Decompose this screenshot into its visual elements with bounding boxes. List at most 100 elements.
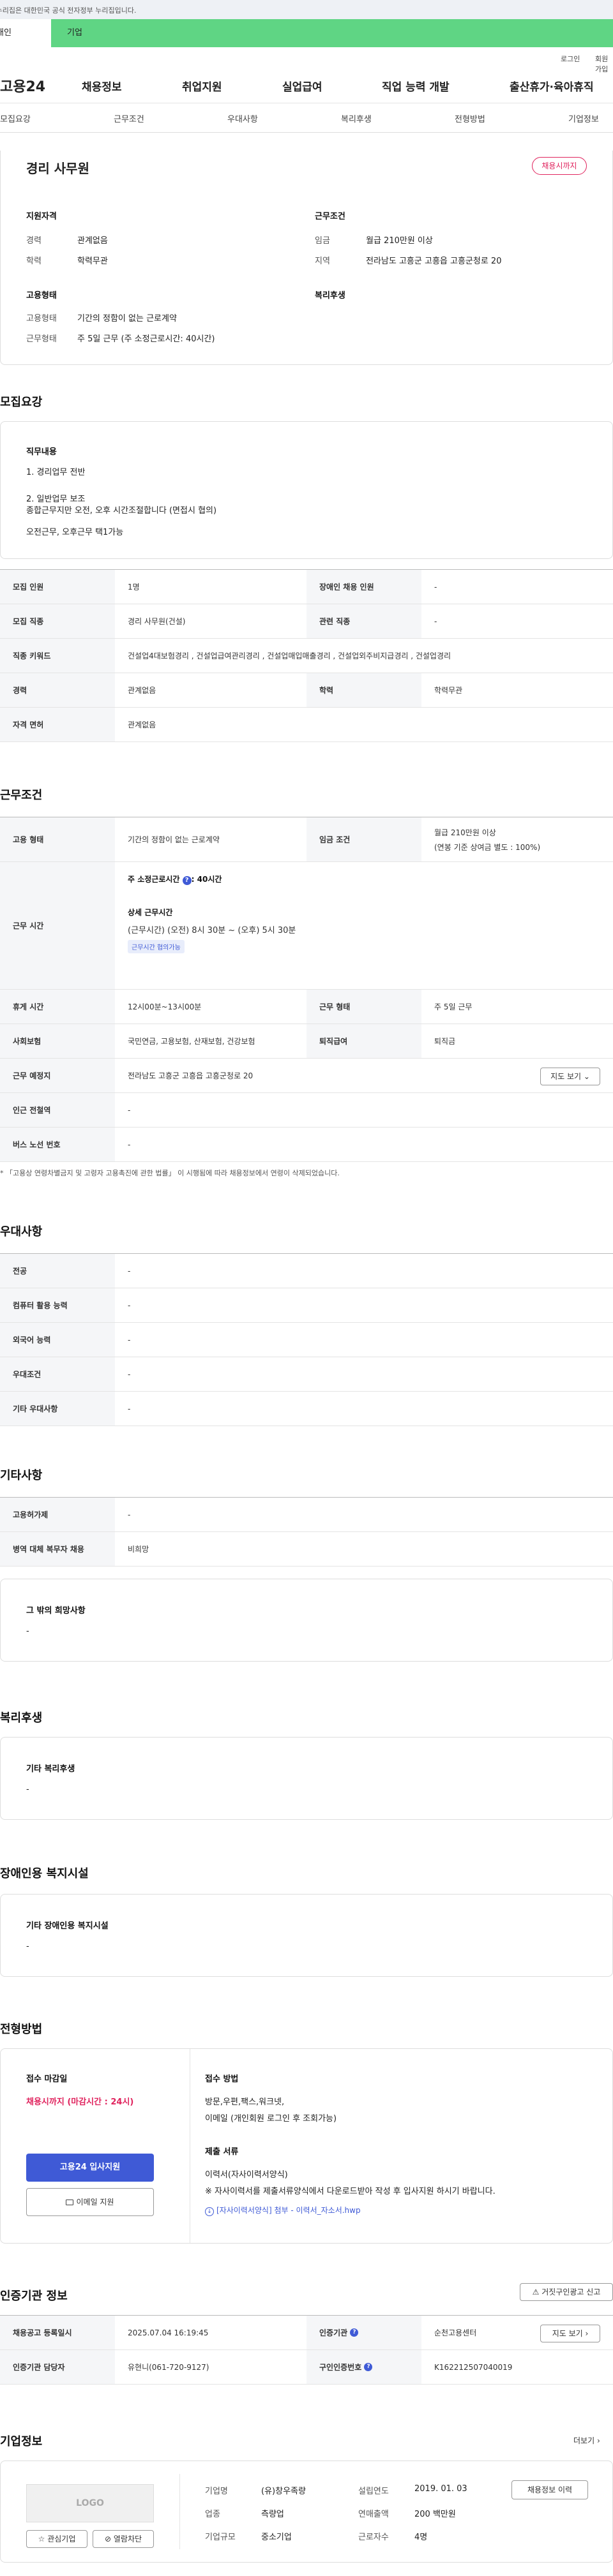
company-sales-value: 200 백만원 [414,2510,456,2519]
company-industry-label: 업종 [205,2510,220,2519]
info-icon[interactable]: ? [182,876,192,885]
row-value: 유현니(061-720-9127) [128,2363,209,2372]
deadline-value: 채용시까지 (마감시간 : 24시) [26,2097,134,2107]
wage-line: (연봉 기준 상여금 별도 : 100%) [434,842,541,852]
cond-title: 근무조건 [315,212,345,221]
row-key: 구인인증번호 ? [306,2350,421,2384]
anchor-company[interactable]: 기업정보 [568,112,599,124]
site-logo[interactable]: 고용24 [0,75,45,96]
table-row: 인증기관 담당자 유현니(061-720-9127) 구인인증번호 ? K162… [0,2350,613,2385]
row-value: 건설업4대보험경리 , 건설업급여관리경리 , 건설업매입매출경리 , 건설업외… [128,651,451,660]
table-row: 근무 시간 주 소정근로시간 ?: 40시간 상세 근무시간 (근무시간) (오… [0,862,613,990]
info-icon[interactable]: ? [350,2328,359,2337]
table-row: 직종 키워드 건설업4대보험경리 , 건설업급여관리경리 , 건설업매입매출경리… [0,639,613,673]
gnb-menu-benefit[interactable]: 실업급여 [282,78,322,94]
emptype-label: 고용형태 [26,314,57,324]
table-row: 컴퓨터 활용 능력 - [0,1288,613,1323]
row-key: 전공 [0,1254,115,1288]
row-key: 근무 형태 [306,990,421,1024]
row-value: 순천고용센터 [434,2328,477,2337]
apply-button[interactable]: 고용24 입사지원 [26,2154,154,2182]
company-found-value: 2019. 01. 03 [414,2484,467,2494]
row-key: 모집 인원 [0,570,115,604]
gnb-menu-support[interactable]: 취업지원 [182,78,222,94]
time-detail: (근무시간) (오전) 8시 30분 ~ (오후) 5시 30분 [128,926,296,935]
info-icon[interactable]: ? [364,2363,373,2371]
company-staff-label: 근로자수 [358,2533,389,2542]
job-title: 경리 사무원 [26,161,89,176]
gov-banner-text: 이 누리집은 대한민국 공식 전자정부 누리집입니다. [0,6,137,15]
report-button[interactable]: ⚠ 거짓구인광고 신고 [520,2283,613,2301]
time-badge: 근무시간 협의가능 [128,940,185,953]
table-row: 우대조건 - [0,1357,613,1392]
gnb-menu-job[interactable]: 채용정보 [82,78,122,94]
row-value: 관계없음 [128,720,156,729]
docs-line: 이력서(자사이력서양식) [205,2170,288,2180]
row-value: - [128,1510,131,1519]
tab-personal[interactable]: 개인 [0,19,51,47]
company-found-label: 설립연도 [358,2487,389,2496]
gnb-menu-leave[interactable]: 출산휴가·육아휴직 [510,78,594,94]
section-agency-title: 인증기관 정보 [0,2289,68,2303]
row-value: 국민연금, 고용보험, 산재보험, 건강보험 [128,1037,255,1046]
email-apply-button[interactable]: 이메일 지원 [26,2188,154,2216]
wage-value: 월급 210만원 이상 [366,236,433,246]
user-type-tabs: 개인 기업 [0,19,613,47]
work-table: 고용 형태 기간의 정함이 없는 근로계약 임금 조건 월급 210만원 이상 … [0,817,613,1162]
row-key: 병역 대체 복무자 채용 [0,1532,115,1566]
recruit-table: 모집 인원 1명 장애인 채용 인원 - 모집 직종 경리 사무원(건설) 관련… [0,569,613,742]
agency-map-button[interactable]: 지도 보기 › [540,2325,600,2342]
company-sales-label: 연매출액 [358,2510,389,2519]
welfare-box: 기타 복리후생 - [0,1737,613,1820]
login-link[interactable]: 로그인 [561,54,580,64]
anchor-work[interactable]: 근무조건 [114,112,144,124]
anchor-welfare[interactable]: 복리후생 [341,112,372,124]
welfare-box-title: 기타 복리후생 [26,1764,75,1774]
anchor-pref[interactable]: 우대사항 [227,112,258,124]
table-row: 버스 노선 번호 - [0,1128,613,1162]
map-button[interactable]: 지도 보기 ⌄ [540,1068,600,1085]
jobs-history-button[interactable]: 채용정보 이력 [511,2480,588,2499]
row-value: 경리 사무원(건설) [128,617,186,626]
table-row: 모집 인원 1명 장애인 채용 인원 - [0,570,613,604]
tab-company[interactable]: 기업 [67,19,82,47]
anchor-recruit[interactable]: 모집요강 [0,112,31,124]
anchor-selection[interactable]: 전형방법 [455,112,485,124]
utility-bar: 로그인 회원가입 [0,47,613,73]
duty-title: 직무내용 [26,447,57,457]
row-key: 고용허가제 [0,1498,115,1531]
row-value: - [128,1105,131,1115]
docs-file-link[interactable]: ↓ [자사이력서양식] 첨부 - 이력서_자소서.hwp [205,2205,361,2216]
row-value: 1명 [128,583,140,592]
mail-icon [66,2200,74,2205]
row-value: 주 5일 근무 [434,1002,473,1011]
section-company-title: 기업정보 [0,2435,43,2448]
qual-title: 지원자격 [26,212,57,221]
table-row: 외국어 능력 - [0,1323,613,1357]
row-key: 고용 형태 [0,817,115,861]
company-name-value: (유)창우족량 [261,2487,306,2496]
download-icon: ↓ [205,2207,214,2216]
table-row: 휴게 시간 12시00분~13시00분 근무 형태 주 5일 근무 [0,990,613,1024]
company-industry-value: 측량업 [261,2510,284,2519]
row-value: - [128,1404,131,1413]
wage-line: 월급 210만원 이상 [434,828,496,837]
company-more-link[interactable]: 더보기 › [573,2435,600,2446]
table-row: 근무 예정지 전라남도 고흥군 고흥읍 고흥군청로 20 지도 보기 ⌄ [0,1059,613,1093]
row-key: 장애인 채용 인원 [306,570,421,604]
welfare-title: 복리후생 [315,291,345,301]
block-button[interactable]: ⊘ 열람차단 [93,2530,154,2548]
disabled-box-value: - [26,1942,29,1951]
row-key: 근무 시간 [0,862,115,989]
table-row: 고용허가제 - [0,1498,613,1532]
favorite-button[interactable]: ☆ 관심기업 [26,2530,87,2548]
section-recruit-title: 모집요강 [0,396,43,409]
row-value: 월급 210만원 이상 (연봉 기준 상여금 별도 : 100%) [434,817,540,861]
region-label: 지역 [315,257,330,266]
gov-banner: 이 누리집은 대한민국 공식 전자정부 누리집입니다. [0,0,613,19]
selection-box: 접수 마감일 채용시까지 (마감시간 : 24시) 고용24 입사지원 이메일 … [0,2048,613,2244]
gnb-menu-training[interactable]: 직업 능력 개발 [382,78,450,94]
hope-title: 그 밖의 희망사항 [26,1606,86,1616]
agency-table: 채용공고 등록일시 2025.07.04 16:19:45 인증기관 ? 순천고… [0,2315,613,2385]
age-note: * 「고용상 연령차별금지 및 고령자 고용촉진에 관한 법률」 이 시행됨에 … [0,1169,340,1177]
